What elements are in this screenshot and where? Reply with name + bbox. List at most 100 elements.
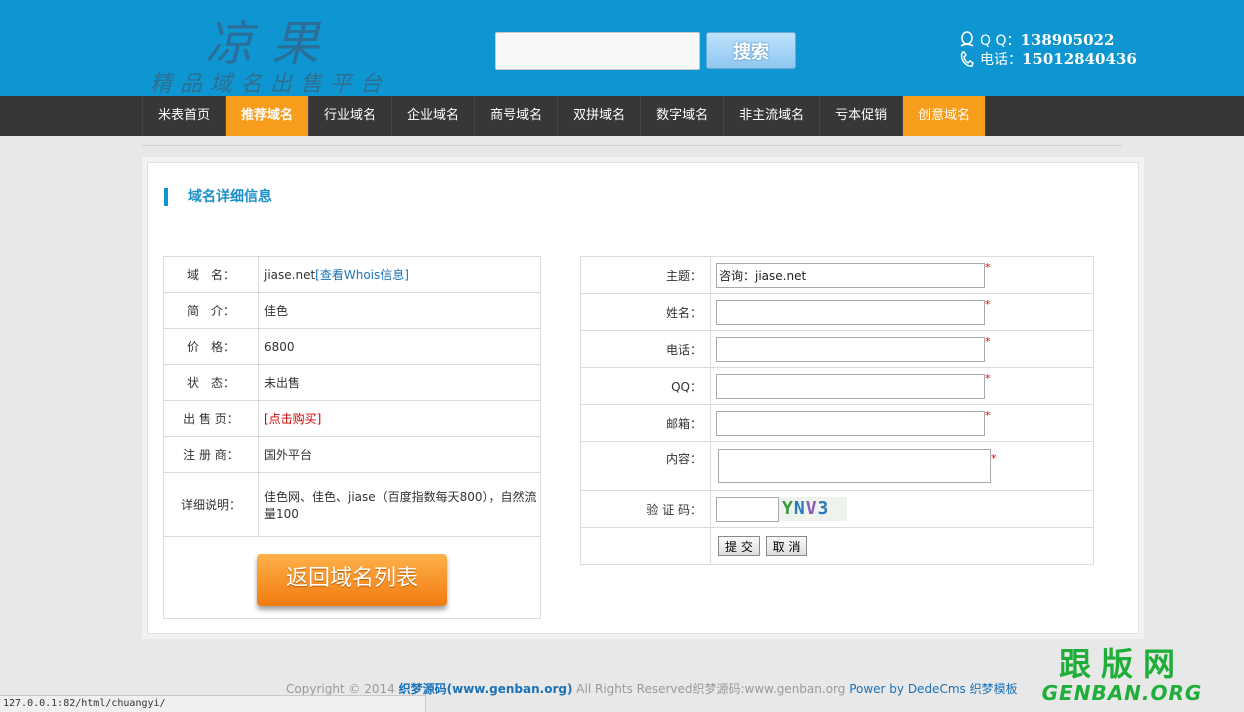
captcha-cell: YNV3 <box>710 490 1094 528</box>
form-row: 主题： * <box>580 256 1094 294</box>
qq-row: Q Q： 138905022 <box>958 30 1137 49</box>
name-input[interactable] <box>716 299 985 325</box>
section-title: 域名详细信息 <box>164 188 272 206</box>
nav-item-creative[interactable]: 创意域名 <box>903 96 987 136</box>
cancel-button[interactable]: 取 消 <box>765 536 808 556</box>
intro-label: 简 介： <box>163 292 259 329</box>
content-label: 内容： <box>580 441 711 491</box>
logo-main-text: 凉果 <box>205 16 338 72</box>
footer-copyright: Copyright © 2014 <box>286 682 399 696</box>
phone-label: 电话： <box>980 51 1022 68</box>
table-row: 简 介： 佳色 <box>163 292 541 329</box>
submit-button[interactable]: 提 交 <box>718 536 760 556</box>
table-row: 注 册 商： 国外平台 <box>163 436 541 473</box>
captcha-char: Y <box>782 498 794 519</box>
footer-powered-link[interactable]: Power by DedeCms 织梦模板 <box>849 682 1017 696</box>
main-nav: 米表首页 推荐域名 行业域名 企业域名 商号域名 双拼域名 数字域名 非主流域名… <box>0 96 1244 136</box>
whois-link[interactable]: [查看Whois信息] <box>315 268 409 282</box>
phone-cell: * <box>710 330 1094 368</box>
watermark-small: GENBAN.ORG <box>1041 681 1203 705</box>
empty-label <box>580 527 711 565</box>
detail-label: 详细说明： <box>163 472 259 537</box>
site-logo[interactable]: 凉果 精品域名出售平台 <box>150 4 400 97</box>
search-button[interactable]: 搜索 <box>706 32 796 69</box>
captcha-char: V <box>805 498 818 519</box>
required-mark: * <box>985 297 991 311</box>
captcha-image[interactable]: YNV3 <box>779 497 847 521</box>
status-label: 状 态： <box>163 364 259 401</box>
price-value: 6800 <box>258 328 541 365</box>
phone-icon <box>960 50 974 67</box>
email-label: 邮箱： <box>580 404 711 442</box>
nav-item-home[interactable]: 米表首页 <box>143 96 227 136</box>
table-row: 价 格： 6800 <box>163 328 541 365</box>
phone-row: 电话： 15012840436 <box>958 49 1137 68</box>
nav-item-brand[interactable]: 商号域名 <box>475 96 559 136</box>
nav-item-industry[interactable]: 行业域名 <box>309 96 393 136</box>
nav-item-enterprise[interactable]: 企业域名 <box>392 96 476 136</box>
captcha-input[interactable] <box>716 496 779 522</box>
form-row: 内容： * <box>580 441 1094 491</box>
email-input[interactable] <box>716 410 985 436</box>
form-row: 验 证 码： YNV3 <box>580 490 1094 528</box>
sale-cell: [点击购买] <box>258 400 541 437</box>
nav-item-recommended[interactable]: 推荐域名 <box>226 96 310 136</box>
form-row: 电话： * <box>580 330 1094 368</box>
phone-value: 15012840436 <box>1022 49 1137 68</box>
qq-icon <box>960 30 974 47</box>
required-mark: * <box>991 451 997 465</box>
domain-info-table: 域 名： jiase.net[查看Whois信息] 简 介： 佳色 价 格： 6… <box>163 256 541 619</box>
domain-label: 域 名： <box>163 256 259 293</box>
sale-label: 出 售 页： <box>163 400 259 437</box>
search-input[interactable] <box>495 32 700 70</box>
captcha-label: 验 证 码： <box>580 490 711 528</box>
intro-value: 佳色 <box>258 292 541 329</box>
qq-value: 138905022 <box>1020 30 1115 49</box>
buy-link[interactable]: [点击购买] <box>264 412 321 426</box>
content-panel: 域名详细信息 域 名： jiase.net[查看Whois信息] 简 介： 佳色… <box>142 157 1144 639</box>
content-textarea[interactable] <box>718 449 991 483</box>
content-cell: * <box>710 441 1094 491</box>
name-cell: * <box>710 293 1094 331</box>
nav-item-numeric[interactable]: 数字域名 <box>641 96 725 136</box>
required-mark: * <box>985 408 991 422</box>
subject-input[interactable] <box>716 262 985 288</box>
footer-site-link[interactable]: 织梦源码(www.genban.org) <box>399 682 573 696</box>
captcha-char: N <box>793 498 806 519</box>
required-mark: * <box>985 334 991 348</box>
footer-rights: All Rights Reserved织梦源码:www.genban.org <box>572 682 850 696</box>
qq-cell: * <box>710 367 1094 405</box>
required-mark: * <box>985 371 991 385</box>
nav-item-alternative[interactable]: 非主流域名 <box>724 96 821 136</box>
logo-sub-text: 精品域名出售平台 <box>150 72 391 97</box>
form-row: 姓名： * <box>580 293 1094 331</box>
divider <box>142 145 1122 146</box>
table-row: 出 售 页： [点击购买] <box>163 400 541 437</box>
header: 凉果 精品域名出售平台 搜索 Q Q： 138905022 电话： 150128… <box>0 0 1244 97</box>
table-row: 域 名： jiase.net[查看Whois信息] <box>163 256 541 293</box>
form-row: QQ： * <box>580 367 1094 405</box>
qq-input[interactable] <box>716 373 985 399</box>
nav-item-clearance[interactable]: 亏本促销 <box>820 96 904 136</box>
inquiry-form: 主题： * 姓名： * 电话： * QQ： * <box>580 256 1094 565</box>
buttons-cell: 提 交 取 消 <box>710 527 1094 565</box>
status-value: 未出售 <box>258 364 541 401</box>
watermark-logo: 跟版网 GENBAN.ORG <box>1012 646 1232 704</box>
registrar-value: 国外平台 <box>258 436 541 473</box>
domain-value: jiase.net <box>264 268 316 282</box>
phone-input[interactable] <box>716 336 985 362</box>
form-row: 邮箱： * <box>580 404 1094 442</box>
back-to-list-button[interactable]: 返回域名列表 <box>257 553 447 606</box>
nav-item-pinyin[interactable]: 双拼域名 <box>558 96 642 136</box>
table-row: 状 态： 未出售 <box>163 364 541 401</box>
table-row: 详细说明： 佳色网、佳色、jiase（百度指数每天800），自然流量100 <box>163 472 541 537</box>
qq-field-label: QQ： <box>580 367 711 405</box>
detail-value: 佳色网、佳色、jiase（百度指数每天800），自然流量100 <box>258 472 541 537</box>
subject-label: 主题： <box>580 256 711 294</box>
required-mark: * <box>985 260 991 274</box>
table-row: 返回域名列表 <box>163 536 541 619</box>
name-label: 姓名： <box>580 293 711 331</box>
browser-status-bar: 127.0.0.1:82/html/chuangyi/ <box>0 695 426 712</box>
contact-info: Q Q： 138905022 电话： 15012840436 <box>958 30 1137 68</box>
email-cell: * <box>710 404 1094 442</box>
